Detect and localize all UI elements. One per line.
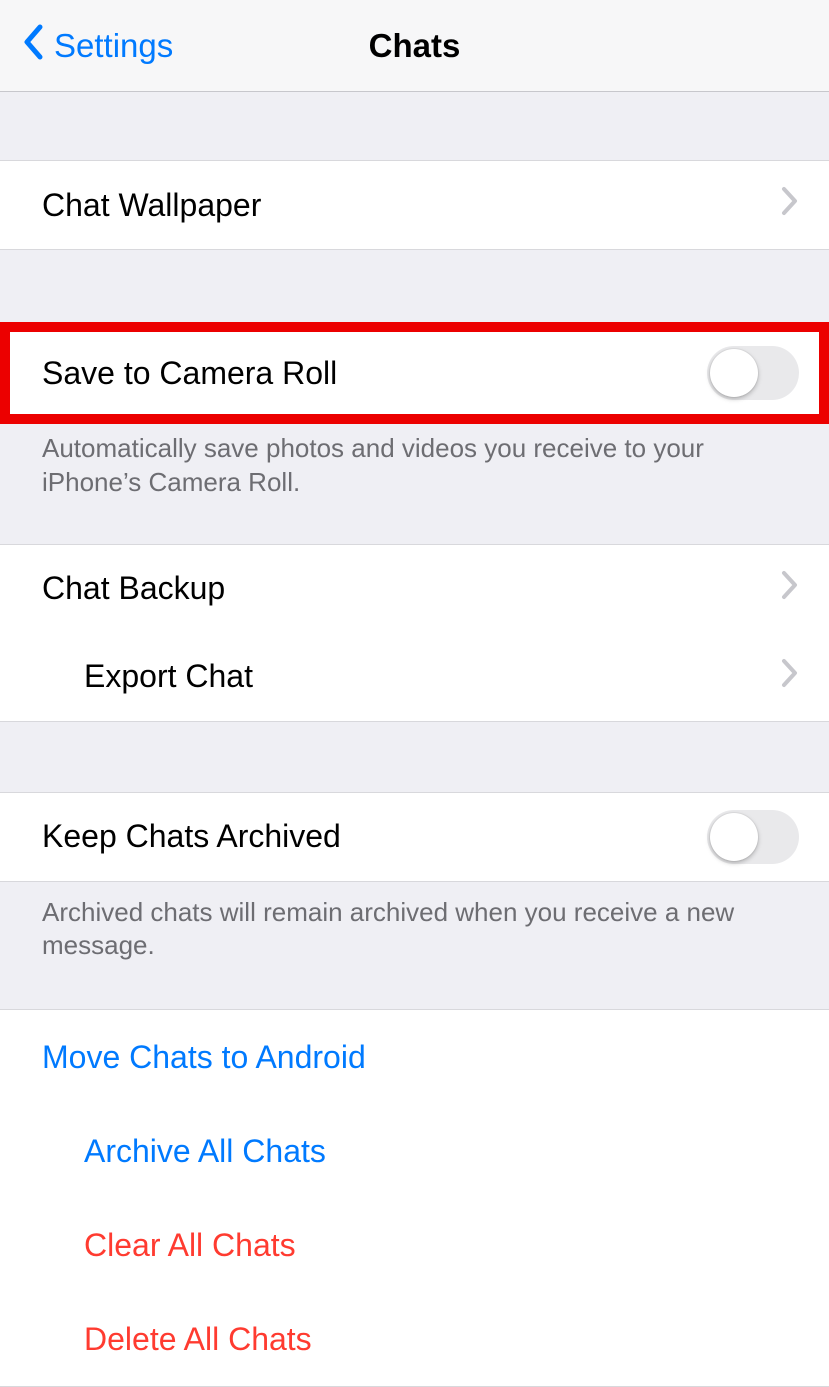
keep-archived-toggle[interactable] bbox=[707, 810, 799, 864]
delete-all-label: Delete All Chats bbox=[84, 1321, 799, 1358]
save-camera-roll-toggle[interactable] bbox=[707, 346, 799, 400]
chevron-right-icon bbox=[781, 570, 799, 608]
chat-backup-row[interactable]: Chat Backup bbox=[0, 545, 829, 633]
clear-all-label: Clear All Chats bbox=[84, 1227, 799, 1264]
back-button[interactable]: Settings bbox=[22, 0, 173, 91]
chevron-left-icon bbox=[22, 24, 54, 68]
archive-all-row[interactable]: Archive All Chats bbox=[0, 1104, 829, 1198]
move-chats-label: Move Chats to Android bbox=[42, 1039, 799, 1076]
chat-backup-label: Chat Backup bbox=[42, 570, 781, 607]
save-camera-roll-label: Save to Camera Roll bbox=[42, 355, 707, 392]
chat-wallpaper-row[interactable]: Chat Wallpaper bbox=[0, 161, 829, 249]
nav-bar: Settings Chats bbox=[0, 0, 829, 92]
save-camera-roll-footer: Automatically save photos and videos you… bbox=[0, 418, 829, 500]
page-title: Chats bbox=[369, 27, 461, 65]
keep-archived-footer: Archived chats will remain archived when… bbox=[0, 882, 829, 964]
keep-archived-label: Keep Chats Archived bbox=[42, 818, 707, 855]
clear-all-row[interactable]: Clear All Chats bbox=[0, 1198, 829, 1292]
export-chat-label: Export Chat bbox=[84, 658, 781, 695]
export-chat-row[interactable]: Export Chat bbox=[0, 633, 829, 721]
archive-all-label: Archive All Chats bbox=[84, 1133, 799, 1170]
chat-wallpaper-label: Chat Wallpaper bbox=[42, 187, 781, 224]
move-chats-row[interactable]: Move Chats to Android bbox=[0, 1010, 829, 1104]
keep-archived-row[interactable]: Keep Chats Archived bbox=[0, 793, 829, 881]
back-label: Settings bbox=[54, 27, 173, 65]
save-camera-roll-row[interactable]: Save to Camera Roll bbox=[0, 329, 829, 417]
chevron-right-icon bbox=[781, 658, 799, 696]
chevron-right-icon bbox=[781, 186, 799, 224]
delete-all-row[interactable]: Delete All Chats bbox=[0, 1292, 829, 1386]
